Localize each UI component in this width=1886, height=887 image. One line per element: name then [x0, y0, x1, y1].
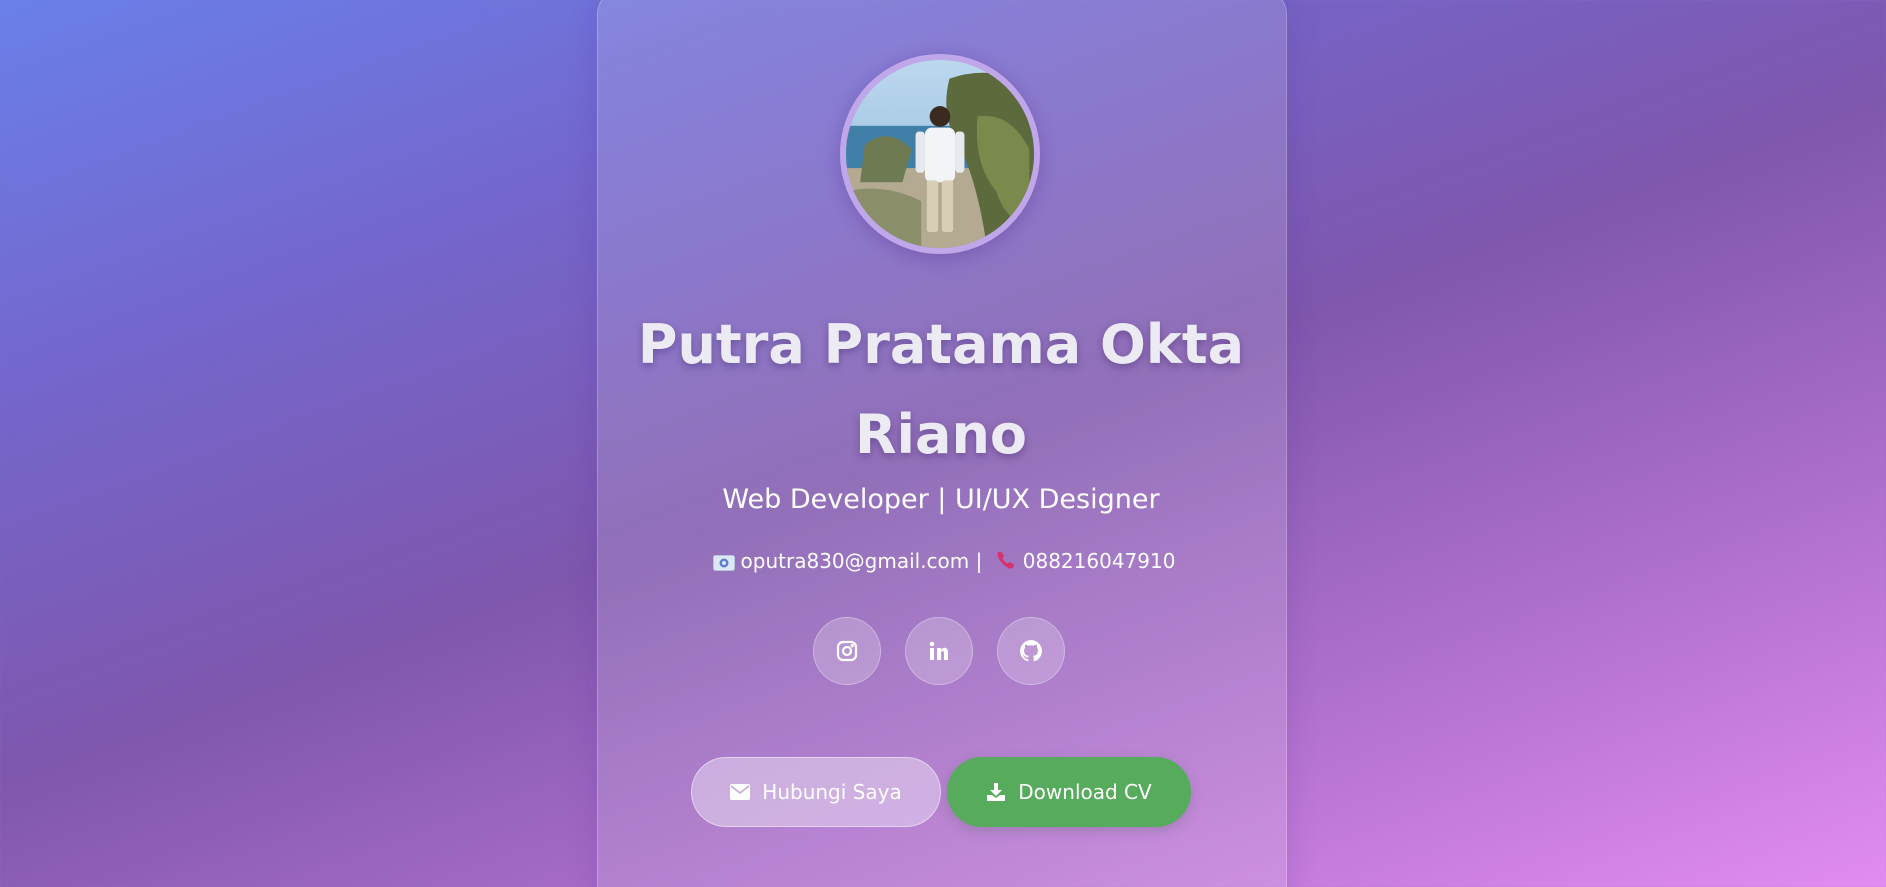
instagram-link[interactable] [813, 617, 881, 685]
linkedin-link[interactable] [905, 617, 973, 685]
email-card-icon [712, 552, 735, 576]
contact-me-button[interactable]: Hubungi Saya [691, 757, 941, 827]
download-cv-label: Download CV [1018, 780, 1152, 804]
profile-role: Web Developer | UI/UX Designer [722, 484, 1160, 515]
profile-avatar [840, 54, 1040, 254]
envelope-icon [730, 784, 751, 800]
social-links [813, 617, 1065, 685]
contact-me-label: Hubungi Saya [762, 780, 902, 804]
profile-name-line2: Riano [854, 403, 1028, 466]
instagram-icon [836, 640, 858, 662]
download-cv-button[interactable]: Download CV [947, 757, 1191, 827]
linkedin-icon [929, 641, 948, 660]
telephone-icon [995, 549, 1017, 576]
download-icon [986, 782, 1006, 802]
email-text: oputra830@gmail.com [740, 549, 970, 573]
phone-text: 088216047910 [1022, 549, 1176, 573]
profile-name: Putra Pratama Okta Riano [597, 300, 1285, 480]
contact-info: oputra830@gmail.com | 088216047910 [597, 549, 1285, 576]
github-link[interactable] [997, 617, 1065, 685]
github-icon [1020, 640, 1042, 662]
contact-separator: | [975, 549, 983, 573]
profile-name-line1: Putra Pratama Okta [637, 313, 1245, 376]
